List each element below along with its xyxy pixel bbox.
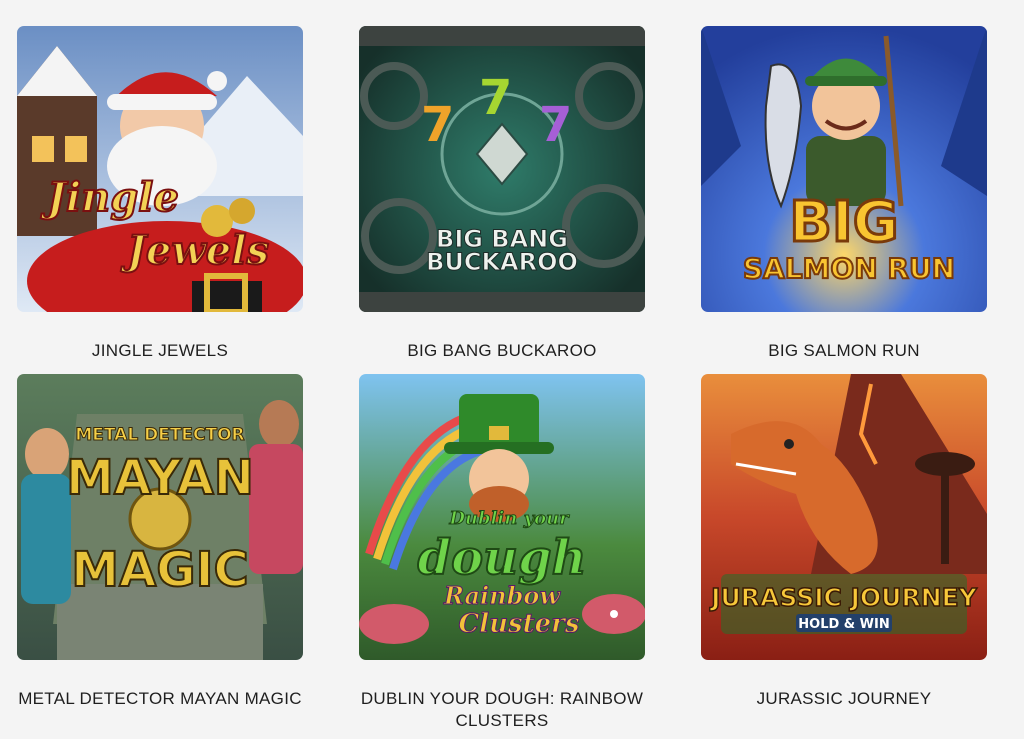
game-thumbnail[interactable]: BIG SALMON RUN <box>701 26 987 312</box>
jurassic-journey-artwork: JURASSIC JOURNEY HOLD & WIN <box>701 374 987 660</box>
logo-line-1: METAL DETECTOR <box>75 425 244 445</box>
reel-7-left: 7 <box>421 97 454 153</box>
game-card-metal-detector-mayan-magic[interactable]: METAL DETECTOR MAYAN MAGIC METAL DETECTO… <box>17 374 303 710</box>
game-thumbnail[interactable]: METAL DETECTOR MAYAN MAGIC <box>17 374 303 660</box>
logo-line-2: HOLD & WIN <box>798 617 889 632</box>
game-thumbnail[interactable]: 7 7 7 BIG BANG BUCKAROO <box>359 26 645 312</box>
big-bang-buckaroo-artwork: 7 7 7 BIG BANG BUCKAROO <box>359 26 645 312</box>
game-title[interactable]: BIG SALMON RUN <box>701 340 987 362</box>
dublin-your-dough-artwork: Dublin your dough Rainbow Clusters <box>359 374 645 660</box>
mayan-magic-artwork: METAL DETECTOR MAYAN MAGIC <box>17 374 303 660</box>
logo-line-1: Dublin your <box>448 508 570 529</box>
big-salmon-run-artwork: BIG SALMON RUN <box>701 26 987 312</box>
logo-line-3: MAGIC <box>71 542 248 598</box>
game-title[interactable]: JURASSIC JOURNEY <box>701 688 987 710</box>
logo-line-2: SALMON RUN <box>743 252 955 285</box>
game-thumbnail[interactable]: JURASSIC JOURNEY HOLD & WIN <box>701 374 987 660</box>
game-card-dublin-your-dough[interactable]: Dublin your dough Rainbow Clusters DUBLI… <box>359 374 645 732</box>
game-title[interactable]: BIG BANG BUCKAROO <box>359 340 645 362</box>
jingle-jewels-artwork: Jingle Jewels <box>17 26 303 312</box>
logo-line-1: Jingle <box>40 174 179 221</box>
logo-line-4: Clusters <box>459 609 580 639</box>
game-card-jurassic-journey[interactable]: JURASSIC JOURNEY HOLD & WIN JURASSIC JOU… <box>701 374 987 710</box>
game-thumbnail[interactable]: Dublin your dough Rainbow Clusters <box>359 374 645 660</box>
logo-line-2: BUCKAROO <box>426 248 578 276</box>
game-card-big-salmon-run[interactable]: BIG SALMON RUN BIG SALMON RUN <box>701 26 987 362</box>
logo-line-1: JURASSIC JOURNEY <box>709 583 978 612</box>
reel-7-middle: 7 <box>479 70 512 126</box>
game-title[interactable]: JINGLE JEWELS <box>17 340 303 362</box>
logo-line-2: MAYAN <box>66 450 254 506</box>
reel-7-right: 7 <box>539 97 572 153</box>
logo-line-3: Rainbow <box>443 581 561 610</box>
game-title[interactable]: DUBLIN YOUR DOUGH: RAINBOW CLUSTERS <box>359 688 645 732</box>
games-grid: Jingle Jewels JINGLE JEWELS 7 7 7 BIG BA… <box>0 0 1024 739</box>
game-thumbnail[interactable]: Jingle Jewels <box>17 26 303 312</box>
game-title[interactable]: METAL DETECTOR MAYAN MAGIC <box>17 688 303 710</box>
game-card-big-bang-buckaroo[interactable]: 7 7 7 BIG BANG BUCKAROO BIG BANG BUCKARO… <box>359 26 645 362</box>
logo-line-1: BIG <box>789 190 898 255</box>
game-card-jingle-jewels[interactable]: Jingle Jewels JINGLE JEWELS <box>17 26 303 362</box>
logo-line-2: Jewels <box>120 227 269 274</box>
logo-line-2: dough <box>418 530 587 586</box>
